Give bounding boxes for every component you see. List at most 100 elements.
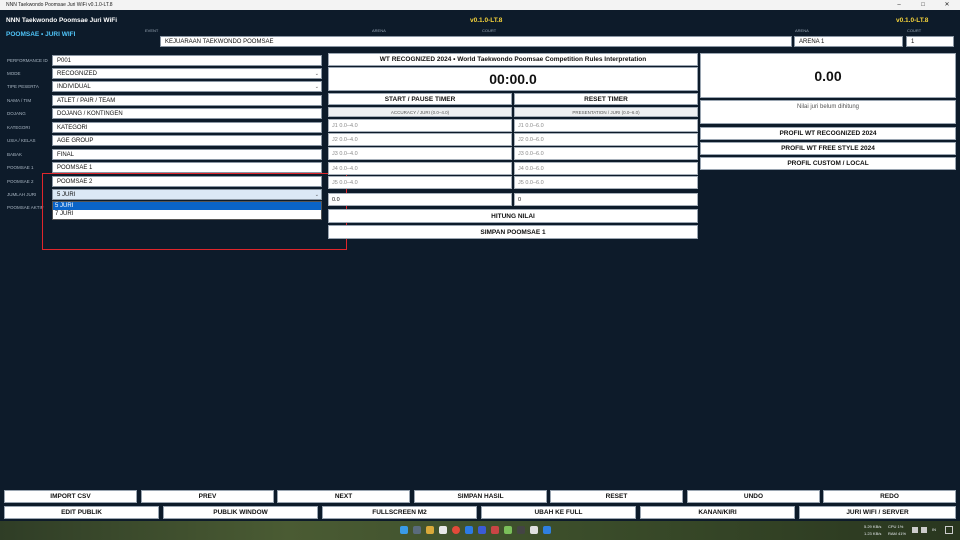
nama-tim-field[interactable]: ATLET / PAIR / TEAM — [52, 95, 322, 106]
maximize-icon[interactable]: □ — [912, 0, 934, 10]
timer-display: 00:00.0 — [328, 67, 698, 91]
store-icon[interactable] — [439, 526, 447, 534]
poomsae-1-field[interactable]: POOMSAE 1 — [52, 162, 322, 173]
score-status: Nilai juri belum dihitung — [700, 100, 956, 124]
label-poomsae-2: POOMSAE 2 — [7, 179, 34, 184]
cpu-readout: CPU 1% — [888, 524, 904, 529]
juri-wifi-server-button[interactable]: JURI WIFI / SERVER — [799, 506, 956, 519]
kanan-kiri-button[interactable]: KANAN/KIRI — [640, 506, 795, 519]
profile-custom-local-button[interactable]: PROFIL CUSTOM / LOCAL — [700, 157, 956, 170]
edge-icon[interactable] — [465, 526, 473, 534]
kategori-field[interactable]: KATEGORI — [52, 122, 322, 133]
redo-button[interactable]: REDO — [823, 490, 956, 503]
accuracy-j1-input[interactable]: J1 0.0–4.0 — [328, 119, 512, 132]
accuracy-j4-input[interactable]: J4 0.0–4.0 — [328, 162, 512, 175]
wifi-icon[interactable] — [912, 527, 918, 533]
profile-wt-freestyle-button[interactable]: PROFIL WT FREE STYLE 2024 — [700, 142, 956, 155]
highlight-box — [42, 173, 347, 250]
version-right: v0.1.0-LT.8 — [896, 17, 929, 24]
accuracy-j5-input[interactable]: J5 0.0–4.0 — [328, 176, 512, 189]
event-label: EVENT — [145, 28, 159, 33]
presentation-j5-input[interactable]: J5 0.0–6.0 — [514, 176, 698, 189]
app-icon[interactable] — [491, 526, 499, 534]
accuracy-j2-input[interactable]: J2 0.0–4.0 — [328, 133, 512, 146]
label-jumlah-juri: JUMLAH JURI — [7, 192, 37, 197]
label-performance-id: PERFORMANCE ID — [7, 58, 48, 63]
accuracy-j3-input[interactable]: J3 0.0–4.0 — [328, 147, 512, 160]
simpan-poomsae-button[interactable]: SIMPAN POOMSAE 1 — [328, 225, 698, 239]
event-field[interactable]: KEJUARAAN TAEKWONDO POOMSAE — [160, 36, 792, 47]
label-tipe-peserta: TIPE PESERTA — [7, 84, 39, 89]
label-usia-kelas: USIA / KELAS — [7, 138, 36, 143]
import-csv-button[interactable]: IMPORT CSV — [4, 490, 137, 503]
minimize-icon[interactable]: – — [888, 0, 910, 10]
fullscreen-m2-button[interactable]: FULLSCREEN M2 — [322, 506, 477, 519]
app-title: NNN Taekwondo Poomsae Juri WiFi — [6, 17, 118, 24]
dojang-field[interactable]: DOJANG / KONTINGEN — [52, 108, 322, 119]
tipe-peserta-value: INDIVIDUAL — [57, 84, 91, 90]
profile-wt-recognized-button[interactable]: PROFIL WT RECOGNIZED 2024 — [700, 127, 956, 140]
label-mode: MODE — [7, 71, 21, 76]
terminal-icon[interactable] — [517, 526, 525, 534]
performance-id-field[interactable]: P001 — [52, 55, 322, 66]
chevron-down-icon: ⌄ — [314, 71, 319, 77]
presentation-j3-input[interactable]: J3 0.0–6.0 — [514, 147, 698, 160]
app-icon[interactable] — [530, 526, 538, 534]
next-button[interactable]: NEXT — [277, 490, 410, 503]
presentation-j1-input[interactable]: J1 0.0–6.0 — [514, 119, 698, 132]
undo-button[interactable]: UNDO — [687, 490, 820, 503]
file-explorer-icon[interactable] — [426, 526, 434, 534]
search-icon[interactable] — [413, 526, 421, 534]
label-kategori: KATEGORI — [7, 125, 30, 130]
court-label: COURT — [907, 28, 922, 33]
net-up-readout: 5.29 KB/s — [864, 524, 882, 529]
publik-window-button[interactable]: PUBLIK WINDOW — [163, 506, 318, 519]
chrome-icon[interactable] — [452, 526, 460, 534]
close-icon[interactable]: ✕ — [936, 0, 958, 10]
deduction-left-input[interactable]: 0.0 — [328, 193, 512, 206]
babak-field[interactable]: FINAL — [52, 149, 322, 160]
usia-kelas-field[interactable]: AGE GROUP — [52, 135, 322, 146]
app-icon[interactable] — [504, 526, 512, 534]
start-icon[interactable] — [400, 526, 408, 534]
court-field[interactable]: 1 — [906, 36, 954, 47]
hitung-nilai-button[interactable]: HITUNG NILAI — [328, 209, 698, 223]
mode-select[interactable]: RECOGNIZED ⌄ — [52, 68, 322, 79]
presentation-j2-input[interactable]: J2 0.0–6.0 — [514, 133, 698, 146]
simpan-hasil-button[interactable]: SIMPAN HASIL — [414, 490, 547, 503]
reset-timer-button[interactable]: RESET TIMER — [514, 93, 698, 105]
arena-label: ARENA — [795, 28, 809, 33]
presentation-j4-input[interactable]: J4 0.0–6.0 — [514, 162, 698, 175]
arena-label-small: ARENA — [372, 28, 386, 33]
label-poomsae-1: POOMSAE 1 — [7, 165, 34, 170]
volume-icon[interactable] — [921, 527, 927, 533]
edit-publik-button[interactable]: EDIT PUBLIK — [4, 506, 159, 519]
ubah-ke-full-button[interactable]: UBAH KE FULL — [481, 506, 636, 519]
app-subtitle: POOMSAE • JURI WIFI — [6, 31, 76, 38]
window-titlebar: NNN Taekwondo Poomsae Juri WiFi v0.1.0-L… — [0, 0, 960, 10]
reset-button[interactable]: RESET — [550, 490, 683, 503]
version-center: v0.1.0-LT.8 — [470, 17, 503, 24]
accuracy-header: ACCURACY / JURI (0.0–4.0) — [328, 107, 512, 117]
label-dojang: DOJANG — [7, 111, 26, 116]
deduction-right-input[interactable]: 0 — [514, 193, 698, 206]
ram-readout: RAM 41% — [888, 531, 907, 536]
language-indicator[interactable]: IN — [932, 527, 936, 532]
app-icon[interactable] — [543, 526, 551, 534]
label-nama-tim: NAMA / TIM — [7, 98, 32, 103]
court-label-small: COURT — [482, 28, 497, 33]
presentation-header: PRESENTATION / JURI (0.0–6.0) — [514, 107, 698, 117]
arena-field[interactable]: ARENA 1 — [794, 36, 903, 47]
start-pause-timer-button[interactable]: START / PAUSE TIMER — [328, 93, 512, 105]
rules-title: WT RECOGNIZED 2024 • World Taekwondo Poo… — [328, 53, 698, 66]
vscode-icon[interactable] — [478, 526, 486, 534]
prev-button[interactable]: PREV — [141, 490, 274, 503]
tipe-peserta-select[interactable]: INDIVIDUAL ⌄ — [52, 81, 322, 92]
total-score-display: 0.00 — [700, 53, 956, 98]
net-down-readout: 1.23 KB/s — [864, 531, 882, 536]
label-babak: BABAK — [7, 152, 23, 157]
window-title: NNN Taekwondo Poomsae Juri WiFi v0.1.0-L… — [6, 2, 113, 8]
label-poomsae-aktif: POOMSAE AKTIF — [7, 205, 44, 210]
mode-value: RECOGNIZED — [57, 71, 98, 77]
notification-icon[interactable] — [945, 526, 953, 534]
